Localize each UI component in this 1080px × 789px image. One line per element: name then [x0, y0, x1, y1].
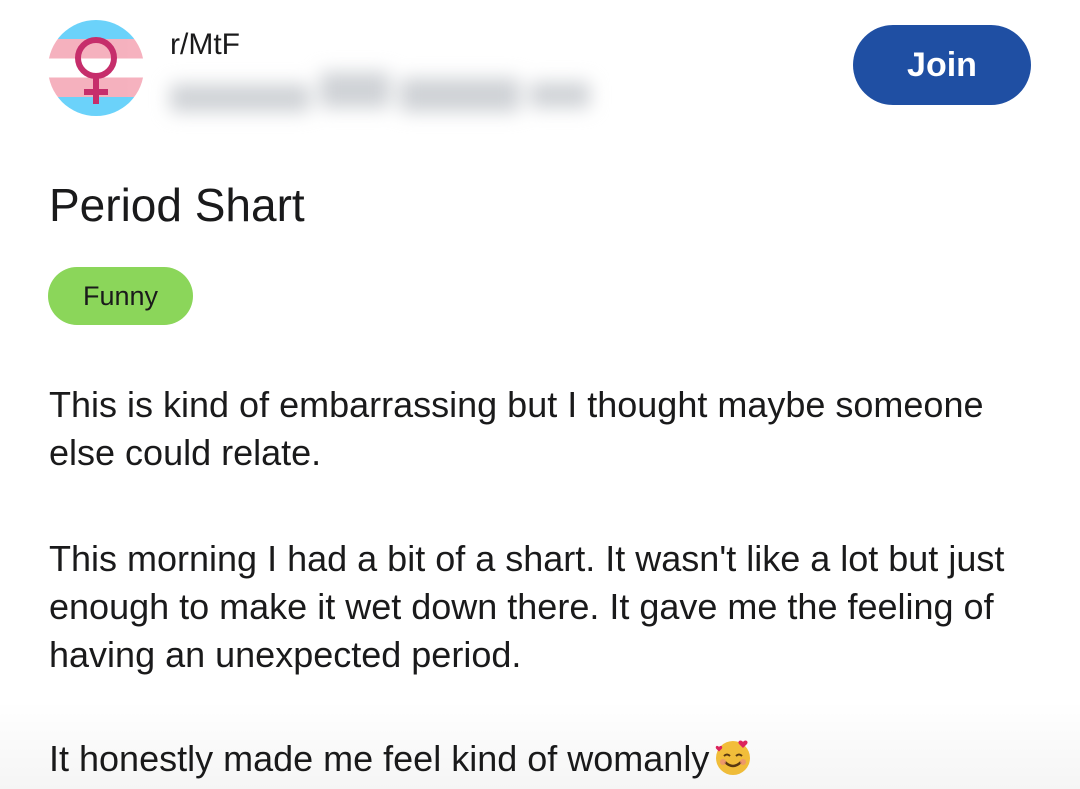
blurred-username: [170, 68, 600, 120]
post-title[interactable]: Period Shart: [49, 178, 305, 232]
join-button[interactable]: Join: [853, 25, 1031, 105]
subreddit-name[interactable]: r/MtF: [170, 28, 240, 62]
post-paragraph-3-text: It honestly made me feel kind of womanly: [49, 738, 710, 779]
post-paragraph-3: It honestly made me feel kind of womanly: [49, 735, 1039, 783]
venus-symbol-icon: [75, 37, 117, 104]
subreddit-avatar[interactable]: [48, 20, 144, 116]
post-flair[interactable]: Funny: [48, 267, 193, 325]
post-header: r/MtF Join: [0, 0, 1080, 150]
post-paragraph-1: This is kind of embarrassing but I thoug…: [49, 384, 984, 473]
post-paragraph-2: This morning I had a bit of a shart. It …: [49, 538, 1005, 675]
smiling-face-with-hearts-icon: [716, 740, 751, 775]
